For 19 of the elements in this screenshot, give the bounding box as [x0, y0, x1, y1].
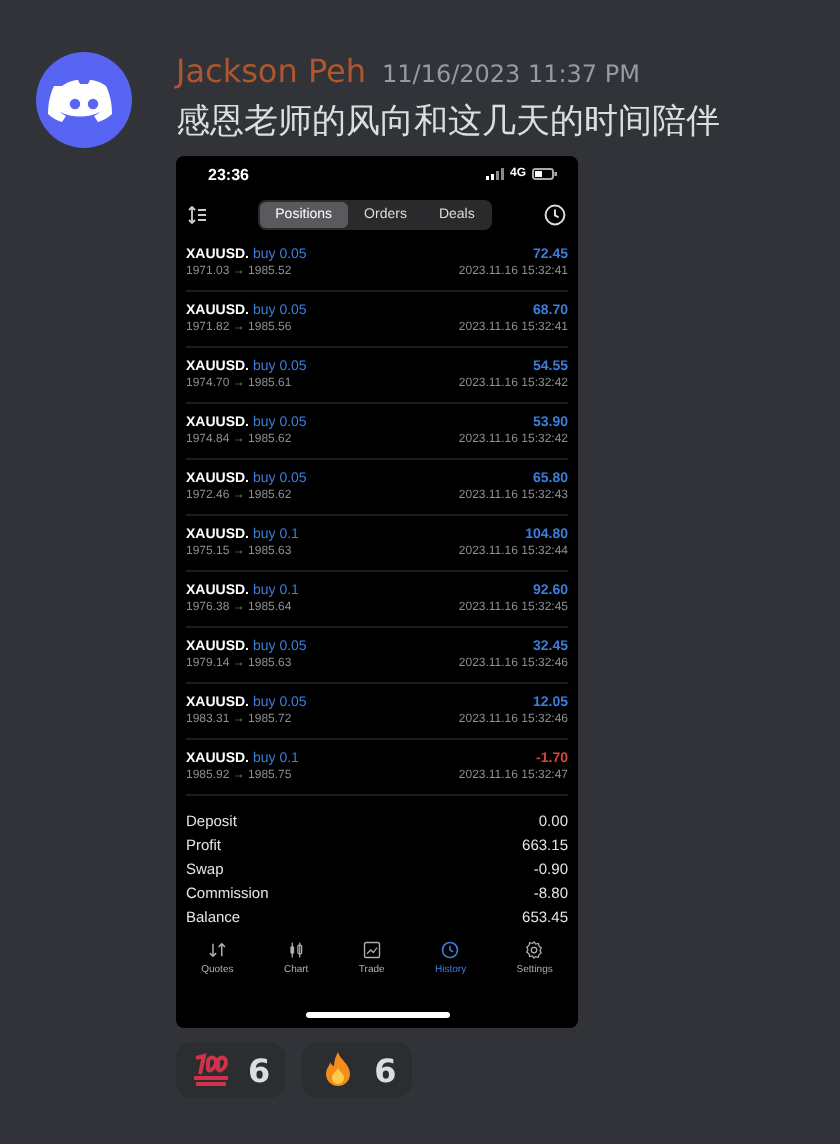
home-indicator: [305, 1012, 449, 1018]
candlestick-icon: [286, 940, 307, 960]
battery-icon: [532, 168, 558, 180]
fire-icon: [326, 1052, 351, 1086]
reaction[interactable]: 6: [302, 1042, 413, 1098]
status-time: 23:36: [208, 165, 249, 183]
hundred-points-icon: [192, 1054, 230, 1086]
message-text: 感恩老师的风向和这几天的时间陪伴: [176, 100, 720, 144]
clock-icon: [440, 940, 461, 960]
sort-icon[interactable]: [188, 205, 206, 223]
arrows-icon: [207, 940, 228, 960]
signal-icon: [485, 168, 504, 180]
timestamp: 11/16/2023 11:37 PM: [382, 60, 640, 88]
reaction[interactable]: 6: [176, 1042, 287, 1098]
avatar[interactable]: [36, 52, 132, 148]
gear-icon: [524, 940, 545, 960]
clock-icon[interactable]: [544, 203, 566, 225]
screenshot-attachment[interactable]: [176, 156, 578, 1028]
line-chart-icon: [361, 940, 382, 960]
